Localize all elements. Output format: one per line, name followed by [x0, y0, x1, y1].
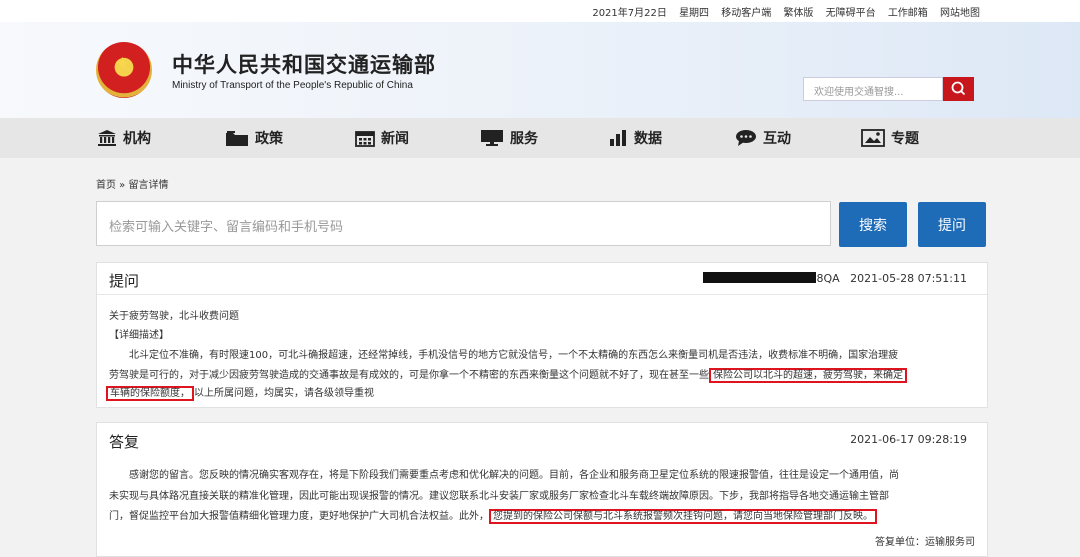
answer-line-2: 未实现与具体路况直接关联的精准化管理，因此可能出现误报警的情况。建议您联系北斗安… — [109, 491, 889, 502]
answer-line-3: 门，督促监控平台加大报警值精细化管理力度，更好地保护广大司机合法权益。此外， 您提… — [109, 507, 877, 524]
nav-item-interaction[interactable]: 互动 — [735, 118, 791, 158]
current-date: 2021年7月22日 — [592, 8, 667, 19]
main-nav: 机构 政策 新闻 服务 数据 互动 专题 — [0, 118, 1080, 158]
current-weekday: 星期四 — [679, 8, 710, 19]
answer-heading: 答复 — [109, 433, 140, 451]
nav-label-institution: 机构 — [123, 131, 151, 147]
monitor-icon — [481, 130, 503, 146]
nav-item-services[interactable]: 服务 — [480, 118, 538, 158]
top-utility-bar: 2021年7月22日 星期四 移动客户端 繁体版 无障碍平台 工作邮箱 网站地图 — [0, 0, 1080, 22]
nav-label-policy: 政策 — [255, 131, 283, 147]
bar-chart-icon — [610, 130, 626, 146]
nav-item-institution[interactable]: 机构 — [97, 118, 151, 158]
folder-icon — [226, 131, 248, 146]
link-traditional[interactable]: 繁体版 — [783, 8, 813, 19]
answer-signature: 答复单位：运输服务司 — [875, 537, 975, 548]
nav-item-topics[interactable]: 专题 — [861, 118, 919, 158]
nav-label-interaction: 互动 — [763, 131, 791, 147]
question-code-suffix: 8QA — [816, 272, 840, 285]
highlighted-question-text-2: 车辆的保险额度， — [106, 386, 194, 401]
question-line-2: 劳驾驶是可行的，对于减少因疲劳驾驶造成的交通事故是有成效的，可是你拿一个不精密的… — [109, 366, 907, 383]
answer-datetime: 2021-06-17 09:28:19 — [850, 433, 967, 446]
breadcrumb[interactable]: 首页 » 留言详情 — [96, 176, 168, 191]
nav-label-data: 数据 — [634, 131, 662, 147]
highlighted-answer-text: 您提到的保险公司保额与北斗系统报警频次挂钩问题，请您向当地保险管理部门反映。 — [489, 509, 877, 524]
national-emblem-icon[interactable]: ★ — [96, 42, 152, 98]
question-line-3-text: 以上所属问题，均属实，请各级领导重视 — [194, 388, 374, 399]
highlighted-question-text: 保险公司以北斗的超速，疲劳驾驶，来确定 — [709, 368, 907, 383]
question-card: 提问 8QA 2021-05-28 07:51:11 关于疲劳驾驶，北斗收费问题… — [96, 262, 988, 408]
chat-icon — [736, 130, 756, 146]
search-button[interactable]: 搜索 — [839, 202, 907, 247]
question-header: 提问 8QA 2021-05-28 07:51:11 — [97, 263, 987, 295]
answer-card: 答复 2021-06-17 09:28:19 感谢您的留言。您反映的情况确实客观… — [96, 422, 988, 557]
question-line-3: 车辆的保险额度， 以上所属问题，均属实，请各级领导重视 — [106, 384, 374, 401]
site-subtitle: Ministry of Transport of the People's Re… — [172, 80, 413, 91]
header-search-placeholder: 欢迎使用交通智搜... — [814, 87, 904, 98]
question-datetime: 2021-05-28 07:51:11 — [850, 272, 967, 285]
question-meta: 8QA 2021-05-28 07:51:11 — [703, 272, 967, 285]
nav-item-data[interactable]: 数据 — [608, 118, 662, 158]
redacted-code — [703, 272, 817, 283]
link-work-email[interactable]: 工作邮箱 — [888, 8, 928, 19]
message-search-placeholder: 检索可输入关键字、留言编码和手机号码 — [109, 220, 344, 235]
question-line-1: 北斗定位不准确，有时限速100，可北斗确报超速，还经常掉线，手机没信号的地方它就… — [129, 350, 899, 361]
question-line-2-text: 劳驾驶是可行的，对于减少因疲劳驾驶造成的交通事故是有成效的，可是你拿一个不精密的… — [109, 370, 709, 381]
utility-links: 2021年7月22日 星期四 移动客户端 繁体版 无障碍平台 工作邮箱 网站地图 — [583, 4, 980, 19]
nav-label-services: 服务 — [510, 131, 538, 147]
answer-line-3-text: 门，督促监控平台加大报警值精细化管理力度，更好地保护广大司机合法权益。此外， — [109, 511, 489, 522]
site-header: ★ 中华人民共和国交通运输部 Ministry of Transport of … — [0, 22, 1080, 118]
site-title[interactable]: 中华人民共和国交通运输部 — [172, 49, 436, 79]
institution-icon — [98, 130, 116, 146]
answer-header: 答复 2021-06-17 09:28:19 — [97, 423, 987, 455]
answer-line-1: 感谢您的留言。您反映的情况确实客观存在，将是下阶段我们需要重点考虑和优化解决的问… — [129, 470, 899, 481]
link-mobile-client[interactable]: 移动客户端 — [721, 8, 771, 19]
image-icon — [861, 129, 885, 147]
search-icon — [951, 81, 966, 96]
nav-label-topics: 专题 — [891, 131, 919, 147]
calendar-icon — [355, 131, 375, 147]
nav-item-policy[interactable]: 政策 — [225, 118, 283, 158]
nav-label-news: 新闻 — [381, 131, 409, 147]
header-search-input[interactable]: 欢迎使用交通智搜... — [803, 77, 943, 101]
question-subject: 关于疲劳驾驶，北斗收费问题 — [109, 311, 239, 322]
link-accessibility[interactable]: 无障碍平台 — [826, 8, 876, 19]
nav-item-news[interactable]: 新闻 — [355, 118, 409, 158]
header-search-button[interactable] — [943, 77, 974, 101]
ask-button[interactable]: 提问 — [918, 202, 986, 247]
message-search-input[interactable]: 检索可输入关键字、留言编码和手机号码 — [96, 201, 831, 246]
question-heading: 提问 — [109, 272, 140, 290]
detail-label: 【详细描述】 — [109, 330, 169, 341]
link-sitemap[interactable]: 网站地图 — [940, 8, 980, 19]
